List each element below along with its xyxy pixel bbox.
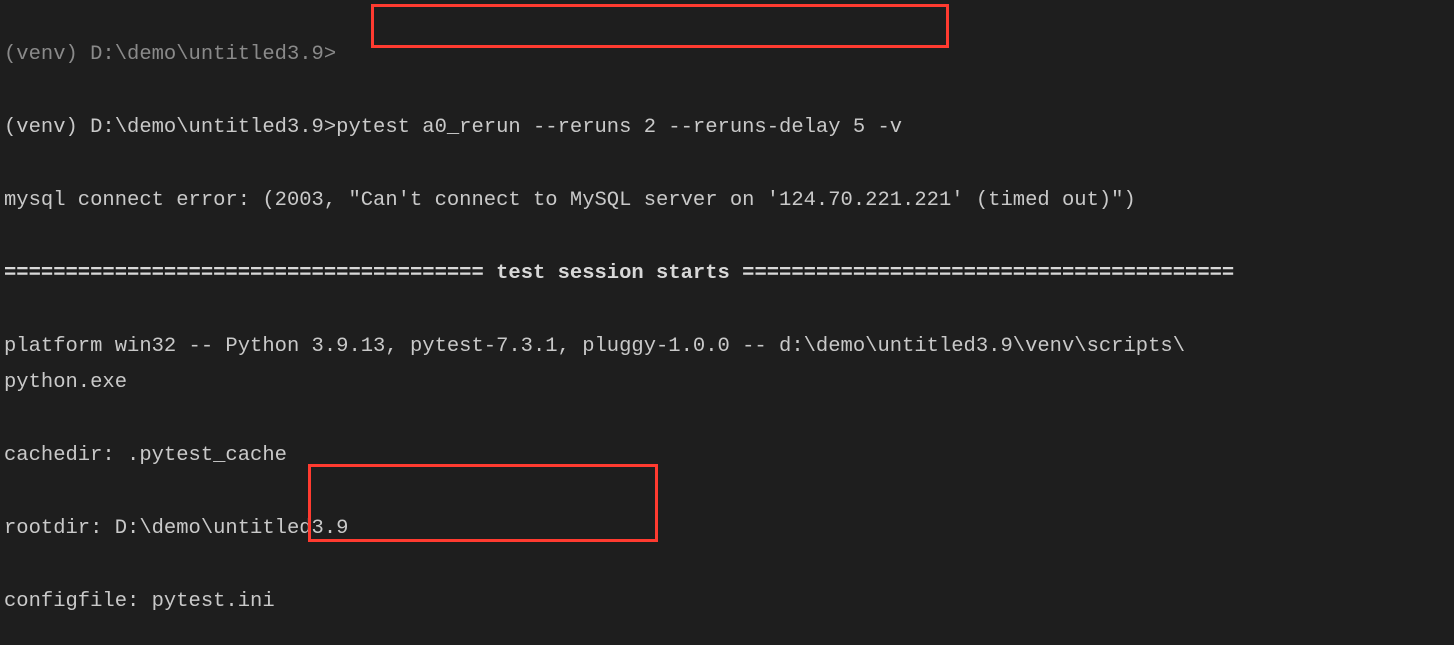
session-divider: ======================================= … (4, 256, 1448, 293)
platform-line: platform win32 -- Python 3.9.13, pytest-… (4, 329, 1448, 402)
configfile-line: configfile: pytest.ini (4, 584, 1448, 621)
prev-prompt: (venv) D:\demo\untitled3.9> (4, 43, 336, 66)
terminal-output[interactable]: (venv) D:\demo\untitled3.9> (venv) D:\de… (0, 0, 1454, 645)
rootdir-line: rootdir: D:\demo\untitled3.9 (4, 511, 1448, 548)
shell-prompt: (venv) D:\demo\untitled3.9> (4, 116, 336, 139)
cachedir-line: cachedir: .pytest_cache (4, 438, 1448, 475)
mysql-error-line: mysql connect error: (2003, "Can't conne… (4, 183, 1448, 220)
command-text: pytest a0_rerun --reruns 2 --reruns-dela… (336, 116, 902, 139)
